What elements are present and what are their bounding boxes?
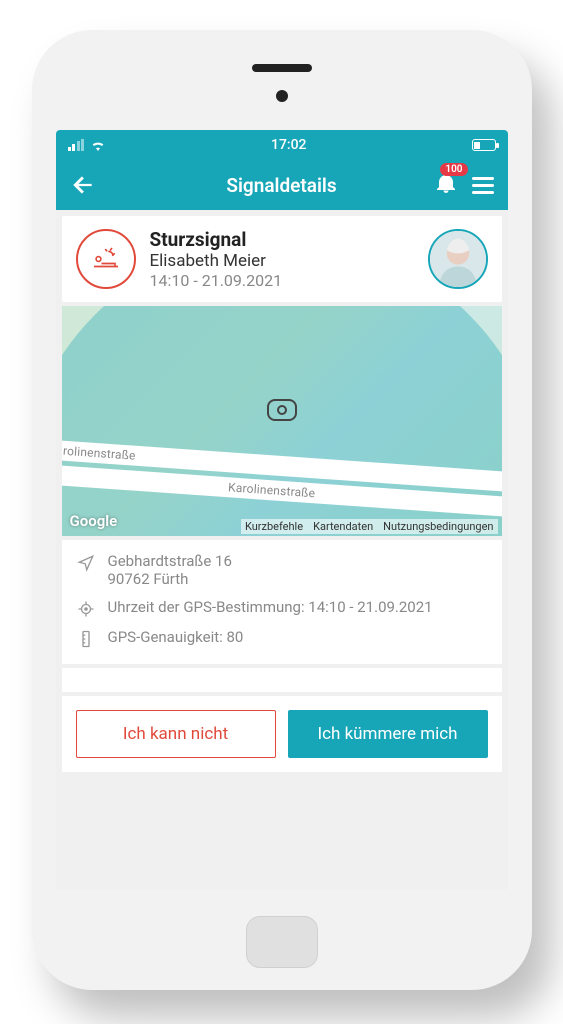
person-name: Elisabeth Meier — [150, 251, 414, 271]
accept-button[interactable]: Ich kümmere mich — [288, 710, 488, 758]
nav-bar: Signaldetails 100 — [56, 160, 508, 210]
gps-time: Uhrzeit der GPS-Bestimmung: 14:10 - 21.0… — [108, 598, 433, 616]
page-title: Signaldetails — [226, 174, 336, 197]
target-icon — [76, 598, 96, 618]
cellular-signal-icon — [68, 139, 85, 151]
gps-accuracy: GPS-Genauigkeit: 80 — [108, 628, 244, 646]
ruler-icon — [76, 628, 96, 648]
home-button[interactable] — [246, 916, 318, 968]
address-line-1: Gebhardtstraße 16 — [108, 552, 232, 570]
map-data-link[interactable]: Kartendaten — [313, 520, 373, 533]
spacer — [62, 668, 502, 692]
device-marker-icon — [267, 399, 297, 421]
notification-badge: 100 — [440, 163, 467, 176]
location-map[interactable]: Karolinenstraße Karolinenstraße Google K… — [62, 306, 502, 536]
navigate-icon — [76, 552, 96, 572]
signal-timestamp: 14:10 - 21.09.2021 — [150, 271, 414, 290]
address-line-2: 90762 Fürth — [108, 570, 232, 588]
map-attribution: Kurzbefehle Kartendaten Nutzungsbedingun… — [241, 519, 498, 534]
signal-type: Sturzsignal — [150, 228, 414, 251]
signal-card: Sturzsignal Elisabeth Meier 14:10 - 21.0… — [62, 216, 502, 302]
decline-button[interactable]: Ich kann nicht — [76, 710, 276, 758]
location-details: Gebhardtstraße 16 90762 Fürth Uhrzeit de… — [62, 540, 502, 664]
status-bar: 17:02 — [56, 130, 508, 160]
phone-camera — [276, 90, 288, 102]
back-arrow-icon[interactable] — [70, 172, 96, 198]
map-provider-logo: Google — [70, 512, 118, 530]
phone-speaker — [252, 64, 312, 72]
map-shortcuts-link[interactable]: Kurzbefehle — [245, 520, 303, 533]
fall-signal-icon — [76, 229, 136, 289]
app-screen: 17:02 Signaldetails 100 — [56, 130, 508, 890]
map-terms-link[interactable]: Nutzungsbedingungen — [383, 520, 493, 533]
notifications-button[interactable]: 100 — [434, 171, 458, 199]
person-avatar[interactable] — [428, 229, 488, 289]
phone-frame: 17:02 Signaldetails 100 — [32, 30, 532, 990]
battery-icon — [472, 139, 496, 151]
status-time: 17:02 — [271, 137, 307, 153]
action-bar: Ich kann nicht Ich kümmere mich — [62, 696, 502, 772]
menu-button[interactable] — [472, 177, 494, 194]
wifi-icon — [90, 139, 106, 151]
